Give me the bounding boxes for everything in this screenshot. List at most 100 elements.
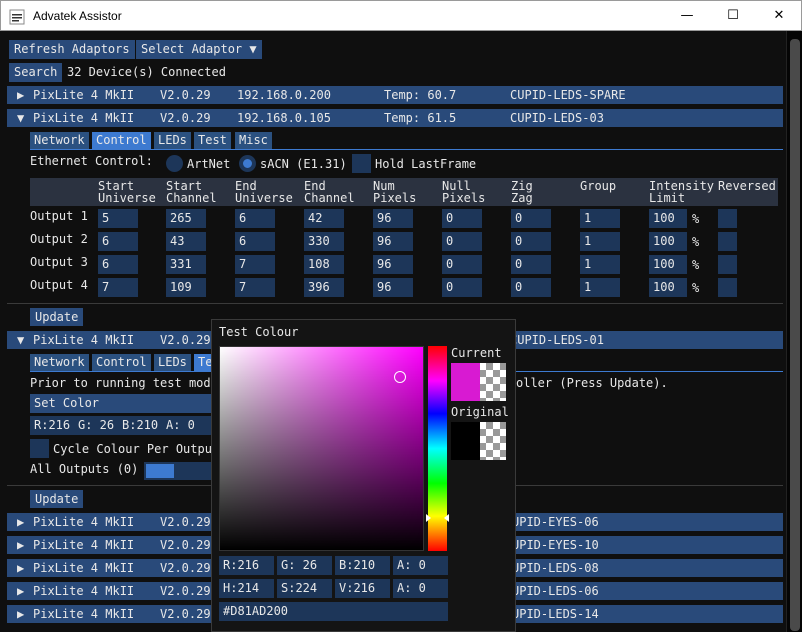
tab-control[interactable]: Control — [92, 354, 151, 371]
output-zig-zag-field[interactable]: 0 — [511, 232, 551, 251]
output-end-channel-field[interactable]: 396 — [304, 278, 344, 297]
expand-arrow-icon[interactable]: ▼ — [17, 331, 24, 349]
collapse-arrow-icon[interactable]: ▶ — [17, 513, 24, 531]
original-label: Original — [451, 405, 509, 419]
output-start-universe-field[interactable]: 7 — [98, 278, 138, 297]
collapse-arrow-icon[interactable]: ▶ — [17, 86, 24, 104]
output-null-pixels-field[interactable]: 0 — [442, 209, 482, 228]
search-button[interactable]: Search — [9, 63, 63, 82]
picker-alpha-field[interactable]: A: 0 — [393, 556, 448, 575]
picker-hex-field[interactable]: #D81AD200 — [219, 602, 448, 621]
output-end-universe-field[interactable]: 7 — [235, 278, 275, 297]
maximize-icon[interactable]: ☐ — [710, 1, 756, 31]
output-null-pixels-field[interactable]: 0 — [442, 255, 482, 274]
output-end-universe-field[interactable]: 6 — [235, 209, 275, 228]
scrollbar-thumb[interactable] — [790, 39, 800, 631]
tab-network[interactable]: Network — [30, 132, 89, 149]
update-button[interactable]: Update — [30, 490, 84, 508]
output-start-channel-field[interactable]: 43 — [166, 232, 206, 251]
tab-leds[interactable]: LEDs — [154, 354, 191, 371]
reversed-checkbox[interactable] — [718, 209, 737, 228]
reversed-checkbox[interactable] — [718, 232, 737, 251]
sacn-radio[interactable] — [239, 155, 256, 172]
tab-leds[interactable]: LEDs — [154, 132, 191, 149]
test-mode-note: Prior to running test mode — [30, 376, 218, 390]
cycle-colour-checkbox[interactable] — [30, 439, 49, 458]
output-group-field[interactable]: 1 — [580, 278, 620, 297]
reversed-checkbox[interactable] — [718, 255, 737, 274]
output-intensity-limit-field[interactable]: 100 — [649, 278, 687, 297]
output-num-pixels-field[interactable]: 96 — [373, 278, 413, 297]
picker-hue-field[interactable]: H:214 — [219, 579, 274, 598]
output-group-field[interactable]: 1 — [580, 232, 620, 251]
percent-label: % — [692, 212, 700, 226]
collapse-arrow-icon[interactable]: ▶ — [17, 559, 24, 577]
output-zig-zag-field[interactable]: 0 — [511, 255, 551, 274]
collapse-arrow-icon[interactable]: ▶ — [17, 605, 24, 623]
green-field[interactable]: G: 26 — [74, 416, 118, 435]
output-zig-zag-field[interactable]: 0 — [511, 278, 551, 297]
set-color-header[interactable]: Set Color — [30, 394, 211, 413]
slider-grab[interactable] — [146, 464, 174, 478]
picker-title: Test Colour — [219, 325, 299, 339]
blue-field[interactable]: B:210 — [118, 416, 162, 435]
expand-arrow-icon[interactable]: ▼ — [17, 109, 24, 127]
output-num-pixels-field[interactable]: 96 — [373, 209, 413, 228]
output-start-channel-field[interactable]: 265 — [166, 209, 206, 228]
tab-misc[interactable]: Misc — [235, 132, 272, 149]
saturation-value-square[interactable] — [219, 346, 424, 551]
output-end-universe-field[interactable]: 6 — [235, 232, 275, 251]
output-end-universe-field[interactable]: 7 — [235, 255, 275, 274]
red-field[interactable]: R:216 — [30, 416, 77, 435]
output-end-channel-field[interactable]: 330 — [304, 232, 344, 251]
collapse-arrow-icon[interactable]: ▶ — [17, 582, 24, 600]
output-start-channel-field[interactable]: 331 — [166, 255, 206, 274]
device-row[interactable]: ▶ PixLite 4 MkII V2.0.29 192.168.0.200 T… — [7, 86, 783, 104]
output-num-pixels-field[interactable]: 96 — [373, 255, 413, 274]
alpha-field[interactable]: A: 0 — [162, 416, 211, 435]
output-intensity-limit-field[interactable]: 100 — [649, 255, 687, 274]
device-version: V2.0.29 — [160, 333, 211, 347]
close-icon[interactable]: ✕ — [756, 1, 802, 31]
tab-network[interactable]: Network — [30, 354, 89, 371]
output-start-universe-field[interactable]: 6 — [98, 232, 138, 251]
output-intensity-limit-field[interactable]: 100 — [649, 232, 687, 251]
output-start-universe-field[interactable]: 6 — [98, 255, 138, 274]
hold-lastframe-checkbox[interactable] — [352, 154, 371, 173]
picker-blue-field[interactable]: B:210 — [335, 556, 390, 575]
update-button[interactable]: Update — [30, 308, 84, 326]
reversed-checkbox[interactable] — [718, 278, 737, 297]
tab-test[interactable]: Test — [194, 132, 231, 149]
device-ip: 192.168.0.200 — [237, 88, 331, 102]
output-null-pixels-field[interactable]: 0 — [442, 278, 482, 297]
device-temp: Temp: 61.5 — [384, 111, 457, 125]
output-start-universe-field[interactable]: 5 — [98, 209, 138, 228]
output-intensity-limit-field[interactable]: 100 — [649, 209, 687, 228]
picker-saturation-field[interactable]: S:224 — [277, 579, 332, 598]
picker-red-field[interactable]: R:216 — [219, 556, 274, 575]
output-group-field[interactable]: 1 — [580, 209, 620, 228]
output-end-channel-field[interactable]: 108 — [304, 255, 344, 274]
device-version: V2.0.29 — [160, 561, 211, 575]
device-row[interactable]: ▼ PixLite 4 MkII V2.0.29 192.168.0.105 T… — [7, 109, 783, 127]
original-colour-swatch[interactable] — [451, 422, 506, 460]
all-outputs-slider[interactable] — [144, 462, 211, 480]
output-end-channel-field[interactable]: 42 — [304, 209, 344, 228]
output-zig-zag-field[interactable]: 0 — [511, 209, 551, 228]
artnet-radio[interactable] — [166, 155, 183, 172]
hue-bar[interactable] — [426, 346, 449, 551]
output-start-channel-field[interactable]: 109 — [166, 278, 206, 297]
collapse-arrow-icon[interactable]: ▶ — [17, 536, 24, 554]
picker-value-field[interactable]: V:216 — [335, 579, 390, 598]
select-adaptor-dropdown[interactable]: Select Adaptor ▼ — [136, 40, 262, 59]
sv-cursor[interactable] — [394, 371, 406, 383]
minimize-icon[interactable]: — — [664, 1, 710, 31]
output-null-pixels-field[interactable]: 0 — [442, 232, 482, 251]
tab-control[interactable]: Control — [92, 132, 151, 149]
refresh-adaptors-button[interactable]: Refresh Adaptors — [9, 40, 135, 59]
picker-green-field[interactable]: G: 26 — [277, 556, 332, 575]
vertical-scrollbar[interactable] — [786, 31, 802, 632]
output-group-field[interactable]: 1 — [580, 255, 620, 274]
picker-alpha2-field[interactable]: A: 0 — [393, 579, 448, 598]
output-num-pixels-field[interactable]: 96 — [373, 232, 413, 251]
